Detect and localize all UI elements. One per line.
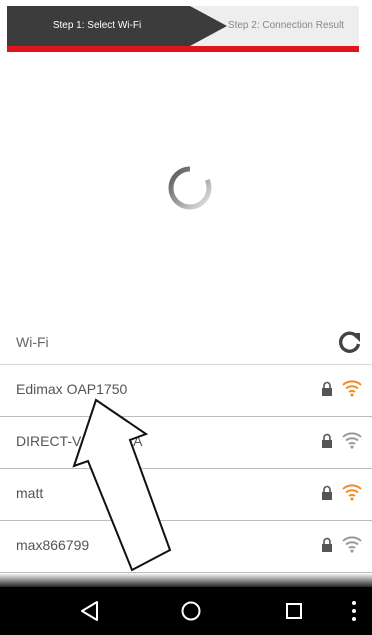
- back-triangle-icon[interactable]: [80, 600, 100, 622]
- network-ssid: Edimax OAP1750: [16, 381, 128, 397]
- refresh-icon[interactable]: [338, 330, 362, 354]
- lock-icon: [322, 537, 332, 552]
- lock-icon: [322, 433, 332, 448]
- recents-square-icon[interactable]: [284, 601, 304, 621]
- pointer-arrow-icon: [72, 398, 172, 572]
- android-nav-bar: [0, 587, 372, 635]
- wifi-signal-icon: [342, 380, 362, 397]
- step-1-label: Step 1: Select Wi-Fi: [52, 20, 142, 31]
- overflow-menu-icon[interactable]: [350, 599, 358, 623]
- stepper: Step 1: Select Wi-Fi Step 2: Connection …: [7, 6, 359, 46]
- loading-spinner-icon: [168, 166, 212, 210]
- wifi-signal-icon: [342, 432, 362, 449]
- wifi-signal-icon: [342, 484, 362, 501]
- network-row[interactable]: DIRECT-V8 A: [0, 417, 372, 469]
- lock-icon: [322, 485, 332, 500]
- network-ssid: matt: [16, 485, 44, 501]
- network-row[interactable]: max866799: [0, 521, 372, 573]
- network-row[interactable]: Edimax OAP1750: [0, 365, 372, 417]
- lock-icon: [322, 381, 332, 396]
- wifi-signal-icon: [342, 536, 362, 553]
- wifi-list-header: Wi-Fi: [0, 318, 372, 365]
- list-bottom-fade: [0, 573, 372, 587]
- step-2-label: Step 2: Connection Result: [227, 20, 345, 31]
- network-row[interactable]: matt: [0, 469, 372, 521]
- stepper-accent-bar: [7, 46, 359, 52]
- wifi-header-label: Wi-Fi: [16, 334, 49, 350]
- home-circle-icon[interactable]: [180, 600, 202, 622]
